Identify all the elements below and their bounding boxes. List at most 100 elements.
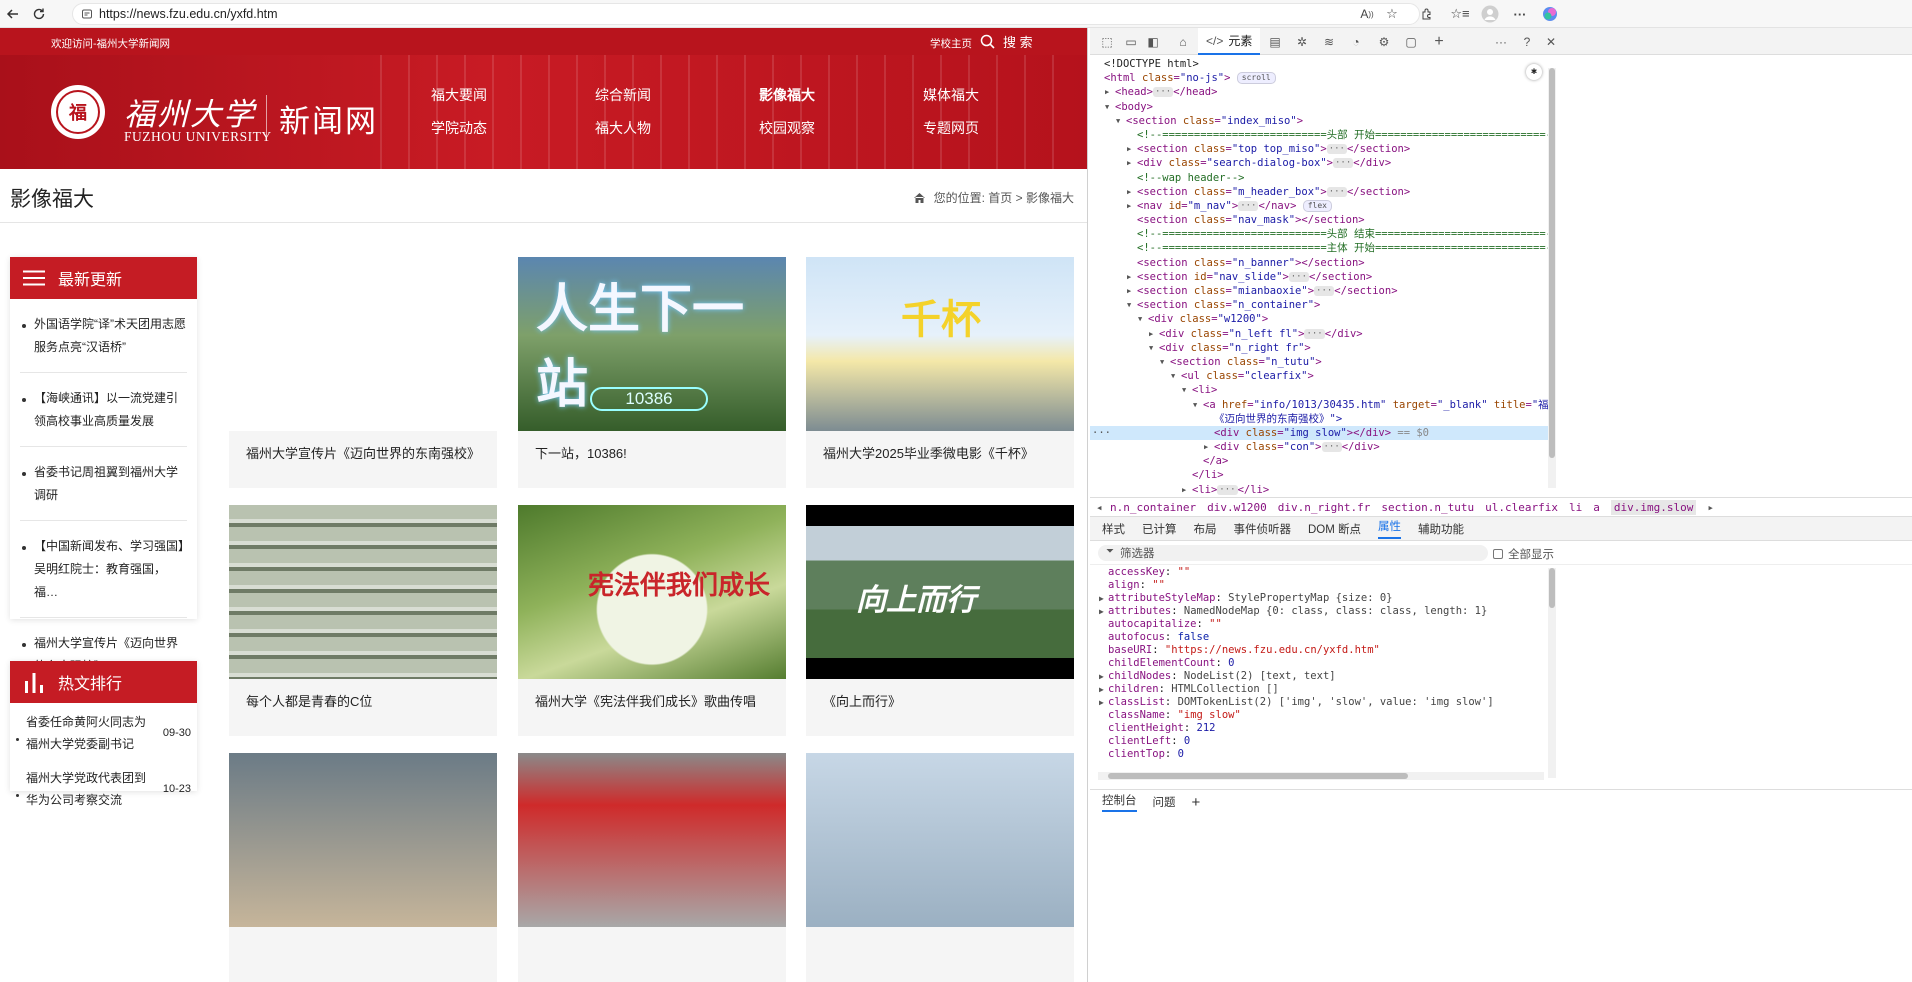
dom-node[interactable]: <html class="no-js"> scroll (1090, 71, 1550, 85)
property-row[interactable]: className: "img slow" (1108, 709, 1550, 722)
back-button[interactable] (2, 3, 24, 25)
property-row[interactable]: clientTop: 0 (1108, 748, 1550, 761)
video-card[interactable] (518, 753, 786, 982)
dom-node[interactable]: ▶ <li> ··· </li> (1090, 483, 1550, 495)
property-row[interactable]: clientHeight: 212 (1108, 722, 1550, 735)
inspect-element-icon[interactable]: ⬚ (1098, 33, 1116, 51)
dom-node[interactable]: ▼ <ul class="clearfix"> (1090, 369, 1550, 383)
dom-node-selected[interactable]: ··· <div class="img slow"></div> == $0 (1090, 425, 1550, 441)
property-row[interactable]: autocapitalize: "" (1108, 618, 1550, 631)
extensions-icon[interactable] (1417, 4, 1437, 24)
dom-node[interactable]: 《迈向世界的东南强校》"> (1090, 412, 1550, 426)
crumb[interactable]: div.n_right.fr (1278, 501, 1371, 514)
add-tool-icon[interactable]: + (1430, 33, 1448, 51)
menu-item[interactable]: 学院动态 (431, 120, 595, 137)
tab-dom-breakpoints[interactable]: DOM 断点 (1308, 521, 1361, 537)
crumb[interactable]: n.n_container (1110, 501, 1196, 514)
property-row[interactable]: ▶ attributeStyleMap: StylePropertyMap {si… (1099, 592, 1550, 605)
more-tools-icon[interactable]: ··· (1492, 33, 1510, 51)
console-icon[interactable]: ▤ (1266, 33, 1284, 51)
crumb-current[interactable]: div.img.slow (1610, 499, 1697, 515)
list-item[interactable]: 省委书记周祖翼到福州大学调研 (20, 447, 187, 521)
menu-item[interactable]: 综合新闻 (595, 87, 759, 104)
show-all-checkbox[interactable]: 全部显示 (1493, 546, 1554, 562)
dom-node[interactable]: ▶ <section class="m_header_box"> ··· </sect… (1090, 185, 1550, 199)
tab-styles[interactable]: 样式 (1102, 521, 1125, 537)
breadcrumb-current[interactable]: 影像福大 (1026, 189, 1074, 206)
favorite-star-icon[interactable]: ☆ (1382, 4, 1402, 24)
dom-node[interactable]: <!--==========================头部 开始=====… (1090, 128, 1550, 142)
filter-input[interactable]: ⏷ 筛选器 (1098, 545, 1488, 561)
copilot-icon[interactable] (1540, 4, 1560, 24)
property-row[interactable]: childElementCount: 0 (1108, 657, 1550, 670)
breadcrumb-home[interactable]: 首页 (988, 189, 1012, 206)
dom-node[interactable]: ▶ <div class="search-dialog-box"> ··· </div… (1090, 156, 1550, 170)
tab-accessibility[interactable]: 辅助功能 (1418, 521, 1464, 537)
dom-node[interactable]: <!--==========================主体 开始=====… (1090, 241, 1550, 255)
dom-node[interactable]: ▶ <section class="top top_miso"> ··· </sect… (1090, 142, 1550, 156)
crumb[interactable]: section.n_tutu (1381, 501, 1474, 514)
video-card[interactable]: 向上而行 《向上而行》 (806, 505, 1074, 736)
menu-item[interactable]: 校园观察 (759, 120, 923, 137)
video-card[interactable]: 千杯 福州大学2025毕业季微电影《千杯》 (806, 257, 1074, 488)
menu-item[interactable]: 福大人物 (595, 120, 759, 137)
dom-node[interactable]: ▼ <section class="n_tutu"> (1090, 355, 1550, 369)
dom-node[interactable]: ▶ <div class="con"> ··· </div> (1090, 440, 1550, 454)
dom-node[interactable]: <section class="n_banner"></section> (1090, 256, 1550, 270)
dom-node[interactable]: <!DOCTYPE html> (1090, 57, 1550, 71)
tab-layout[interactable]: 布局 (1194, 521, 1217, 537)
tab-console[interactable]: 控制台 (1102, 792, 1137, 812)
properties-scrollbar[interactable] (1548, 568, 1556, 778)
crumb[interactable]: a (1593, 501, 1600, 514)
university-seal-logo[interactable]: 福 (51, 85, 105, 139)
dom-node[interactable]: ▼ <div class="n_right fr"> (1090, 341, 1550, 355)
video-card[interactable]: 福州大学宣传片《迈向世界的东南强校》 (229, 257, 497, 488)
dom-node[interactable]: <!--==========================头部 结束=====… (1090, 227, 1550, 241)
tab-event-listeners[interactable]: 事件侦听器 (1234, 521, 1292, 537)
dom-node[interactable]: ▼ <div class="w1200"> (1090, 312, 1550, 326)
property-row[interactable]: ▶ childNodes: NodeList(2) [text, text] (1099, 670, 1550, 683)
network-wifi-icon[interactable]: ≋ (1320, 33, 1338, 51)
dom-node[interactable]: ▼ <section class="index_miso"> (1090, 114, 1550, 128)
list-item[interactable]: 外国语学院“译”术天团用志愿服务点亮“汉语桥” (20, 299, 187, 373)
crumbs-scroll-left-icon[interactable]: ◂ (1096, 501, 1103, 514)
property-row[interactable]: ▶ attributes: NamedNodeMap {0: class, cla… (1099, 605, 1550, 618)
settings-gear-icon[interactable]: ⚙ (1375, 33, 1393, 51)
video-card[interactable] (806, 753, 1074, 982)
crumb[interactable]: div.w1200 (1207, 501, 1267, 514)
video-card[interactable]: 人生下一站 10386 下一站，10386! (518, 257, 786, 488)
dom-node[interactable]: ▼ <li> (1090, 383, 1550, 397)
property-row[interactable]: autofocus: false (1108, 631, 1550, 644)
dom-node[interactable]: ▼ <a href="info/1013/30435.htm" target="_… (1090, 398, 1550, 412)
address-bar[interactable]: https://news.fzu.edu.cn/yxfd.htm (72, 3, 1420, 25)
dom-node[interactable]: ▶ <section class="mianbaoxie"> ··· </sectio… (1090, 284, 1550, 298)
tab-elements[interactable]: </> 元素 (1198, 28, 1261, 55)
property-row[interactable]: baseURI: "https://news.fzu.edu.cn/yxfd.h… (1108, 644, 1550, 657)
search-button[interactable]: 搜 索 (980, 32, 1033, 51)
reload-button[interactable] (28, 3, 50, 25)
video-card[interactable] (229, 753, 497, 982)
dom-node[interactable]: </li> (1090, 468, 1550, 482)
add-drawer-tab-icon[interactable]: + (1192, 794, 1201, 811)
list-item[interactable]: 【中国新闻发布、学习强国】吴明红院士：教育强国，福… (20, 521, 187, 618)
tab-computed[interactable]: 已计算 (1142, 521, 1177, 537)
device-emulation-icon[interactable]: ▭ (1122, 33, 1140, 51)
dom-node[interactable]: ▶ <section id="nav_slide"> ··· </section> (1090, 270, 1550, 284)
property-row[interactable]: accessKey: "" (1108, 566, 1550, 579)
property-row[interactable]: ▶ children: HTMLCollection [] (1099, 683, 1550, 696)
dom-node[interactable]: ▼ <body> (1090, 100, 1550, 114)
horizontal-scrollbar[interactable] (1098, 772, 1544, 780)
dom-node[interactable]: ▼ <section class="n_container"> (1090, 298, 1550, 312)
dom-node[interactable]: ▶ <head> ··· </head> (1090, 85, 1550, 99)
list-item[interactable]: 【海峡通讯】以一流党建引领高校事业高质量发展 (20, 373, 187, 447)
menu-item[interactable]: 媒体福大 (923, 87, 1087, 104)
school-home-link[interactable]: 学校主页 (930, 36, 972, 51)
property-row[interactable]: ▶ classList: DOMTokenList(2) ['img', 'slo… (1099, 696, 1550, 709)
help-icon[interactable]: ? (1518, 33, 1536, 51)
menu-item[interactable]: 专题网页 (923, 120, 1087, 137)
video-card[interactable]: 每个人都是青春的C位 (229, 505, 497, 736)
tab-issues[interactable]: 问题 (1153, 794, 1176, 810)
dom-node[interactable]: <!--wap header--> (1090, 171, 1550, 185)
crumbs-scroll-right-icon[interactable]: ▸ (1707, 501, 1714, 514)
read-aloud-icon[interactable]: A)) (1357, 4, 1377, 24)
